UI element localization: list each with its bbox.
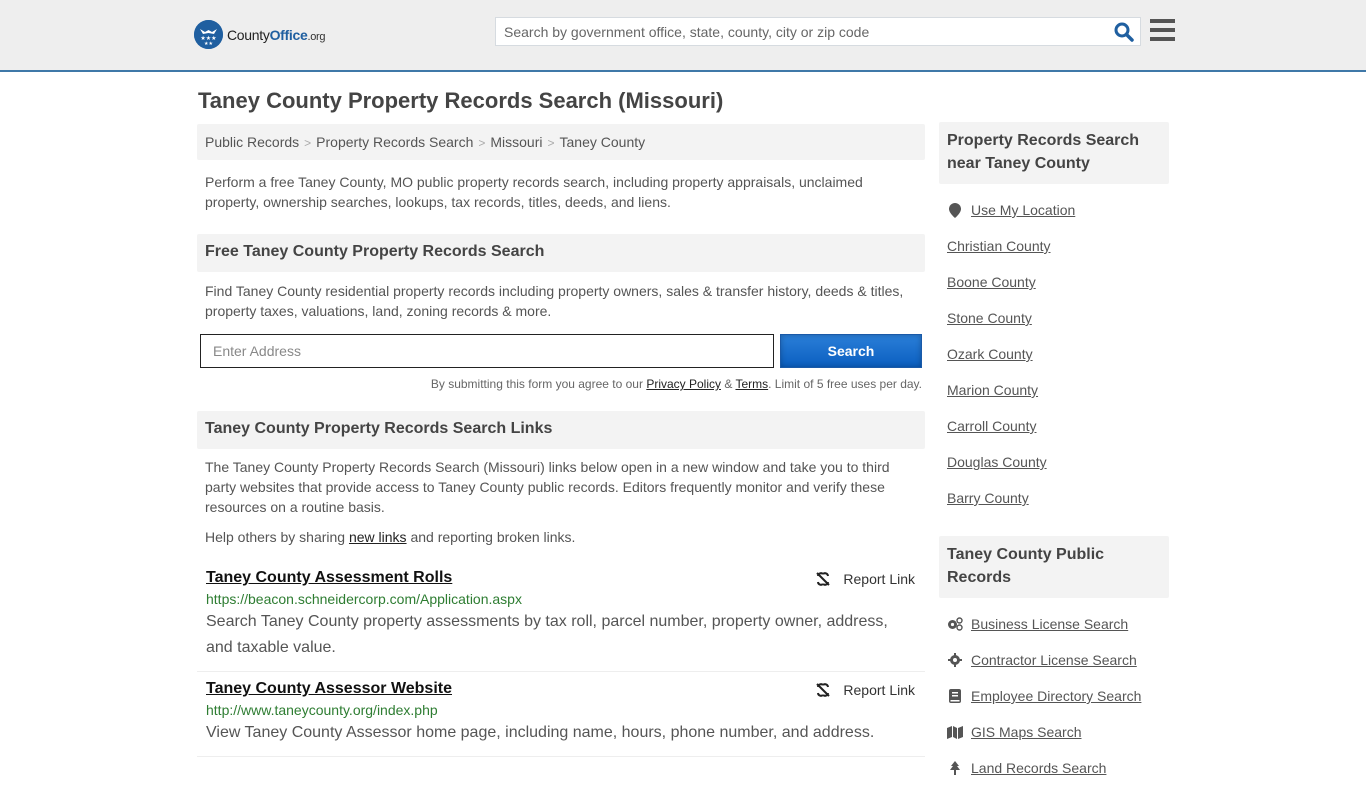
- public-record-link[interactable]: Contractor License Search: [971, 652, 1137, 668]
- breadcrumb-separator: >: [547, 136, 555, 150]
- gear-icon: [947, 652, 963, 668]
- link-description: View Taney County Assessor home page, in…: [206, 724, 875, 741]
- nearby-county-link[interactable]: Stone County: [947, 310, 1032, 326]
- site-header: ★★★ ★★ CountyOffice.org: [0, 0, 1366, 72]
- nearby-list: Use My Location Christian County Boone C…: [939, 192, 1169, 516]
- public-record-item: GIS Maps Search: [947, 714, 1161, 750]
- nearby-county-link[interactable]: Douglas County: [947, 454, 1047, 470]
- public-record-item: Business License Search: [947, 606, 1161, 642]
- public-record-item: Employee Directory Search: [947, 678, 1161, 714]
- use-location-item: Use My Location: [947, 192, 1161, 228]
- broken-link-icon: [816, 572, 831, 586]
- link-description: Search Taney County property assessments…: [206, 613, 888, 656]
- use-my-location-link[interactable]: Use My Location: [971, 202, 1075, 218]
- nearby-item: Barry County: [947, 480, 1161, 516]
- search-icon[interactable]: [1114, 22, 1134, 42]
- nearby-county-link[interactable]: Christian County: [947, 238, 1051, 254]
- map-icon: [947, 724, 963, 740]
- breadcrumb-missouri[interactable]: Missouri: [490, 134, 542, 150]
- breadcrumb-separator: >: [478, 136, 486, 150]
- public-record-link[interactable]: GIS Maps Search: [971, 724, 1082, 740]
- report-link-button[interactable]: Report Link: [815, 682, 915, 698]
- public-records-list: Business License Search Contractor Licen…: [939, 606, 1169, 786]
- site-logo[interactable]: ★★★ ★★ CountyOffice.org: [194, 20, 326, 49]
- address-search-form: Search: [197, 334, 925, 368]
- breadcrumb-separator: >: [304, 136, 312, 150]
- new-links-link[interactable]: new links: [349, 529, 407, 545]
- public-records-heading: Taney County Public Records: [939, 536, 1169, 598]
- book-icon: [947, 688, 963, 704]
- link-item: Taney County Assessor Website Report Lin…: [197, 672, 925, 757]
- links-heading: Taney County Property Records Search Lin…: [197, 411, 925, 449]
- terms-link[interactable]: Terms: [735, 377, 768, 391]
- nearby-county-link[interactable]: Boone County: [947, 274, 1036, 290]
- link-url: https://beacon.schneidercorp.com/Applica…: [206, 591, 522, 607]
- link-list: Taney County Assessment Rolls Report Lin…: [197, 561, 925, 757]
- public-record-item: Land Records Search: [947, 750, 1161, 786]
- privacy-policy-link[interactable]: Privacy Policy: [646, 377, 721, 391]
- free-search-heading: Free Taney County Property Records Searc…: [197, 234, 925, 272]
- public-record-link[interactable]: Business License Search: [971, 616, 1128, 632]
- svg-text:★★: ★★: [204, 41, 213, 47]
- tree-icon: [947, 760, 963, 776]
- logo-text: CountyOffice.org: [227, 26, 326, 43]
- hamburger-menu-icon[interactable]: [1150, 19, 1175, 41]
- nearby-item: Carroll County: [947, 408, 1161, 444]
- nearby-county-link[interactable]: Ozark County: [947, 346, 1033, 362]
- site-search: [495, 17, 1141, 46]
- nearby-item: Stone County: [947, 300, 1161, 336]
- nearby-item: Boone County: [947, 264, 1161, 300]
- address-input[interactable]: [200, 334, 774, 368]
- link-url: http://www.taneycounty.org/index.php: [206, 702, 438, 718]
- intro-text: Perform a free Taney County, MO public p…: [205, 174, 863, 210]
- gears-icon: [947, 616, 963, 632]
- form-disclaimer: By submitting this form you agree to our…: [430, 377, 922, 391]
- nearby-county-link[interactable]: Marion County: [947, 382, 1038, 398]
- report-link-button[interactable]: Report Link: [815, 571, 915, 587]
- site-search-input[interactable]: [496, 18, 1096, 45]
- breadcrumb-property-records[interactable]: Property Records Search: [316, 134, 473, 150]
- broken-link-icon: [816, 683, 831, 697]
- breadcrumb-current: Taney County: [559, 134, 646, 150]
- public-record-link[interactable]: Land Records Search: [971, 760, 1106, 776]
- map-marker-icon: [947, 202, 963, 218]
- nearby-item: Christian County: [947, 228, 1161, 264]
- address-search-button[interactable]: Search: [780, 334, 922, 368]
- nearby-heading: Property Records Search near Taney Count…: [939, 122, 1169, 184]
- breadcrumb: Public Records > Property Records Search > M…: [197, 124, 925, 160]
- breadcrumb-public-records[interactable]: Public Records: [205, 134, 299, 150]
- nearby-county-link[interactable]: Carroll County: [947, 418, 1036, 434]
- link-item: Taney County Assessment Rolls Report Lin…: [197, 561, 925, 672]
- link-title[interactable]: Taney County Assessment Rolls: [206, 569, 452, 586]
- eagle-logo-icon: ★★★ ★★: [194, 20, 223, 49]
- public-record-item: Contractor License Search: [947, 642, 1161, 678]
- page-title: Taney County Property Records Search (Mi…: [198, 88, 724, 113]
- public-record-link[interactable]: Employee Directory Search: [971, 688, 1141, 704]
- free-search-description: Find Taney County residential property r…: [205, 283, 904, 319]
- main-content: Public Records > Property Records Search > M…: [197, 124, 925, 757]
- nearby-item: Marion County: [947, 372, 1161, 408]
- nearby-item: Ozark County: [947, 336, 1161, 372]
- links-description: The Taney County Property Records Search…: [205, 459, 890, 515]
- nearby-item: Douglas County: [947, 444, 1161, 480]
- nearby-county-link[interactable]: Barry County: [947, 490, 1029, 506]
- help-text: Help others by sharing new links and rep…: [205, 529, 576, 545]
- link-title[interactable]: Taney County Assessor Website: [206, 680, 452, 697]
- sidebar: Property Records Search near Taney Count…: [939, 122, 1169, 786]
